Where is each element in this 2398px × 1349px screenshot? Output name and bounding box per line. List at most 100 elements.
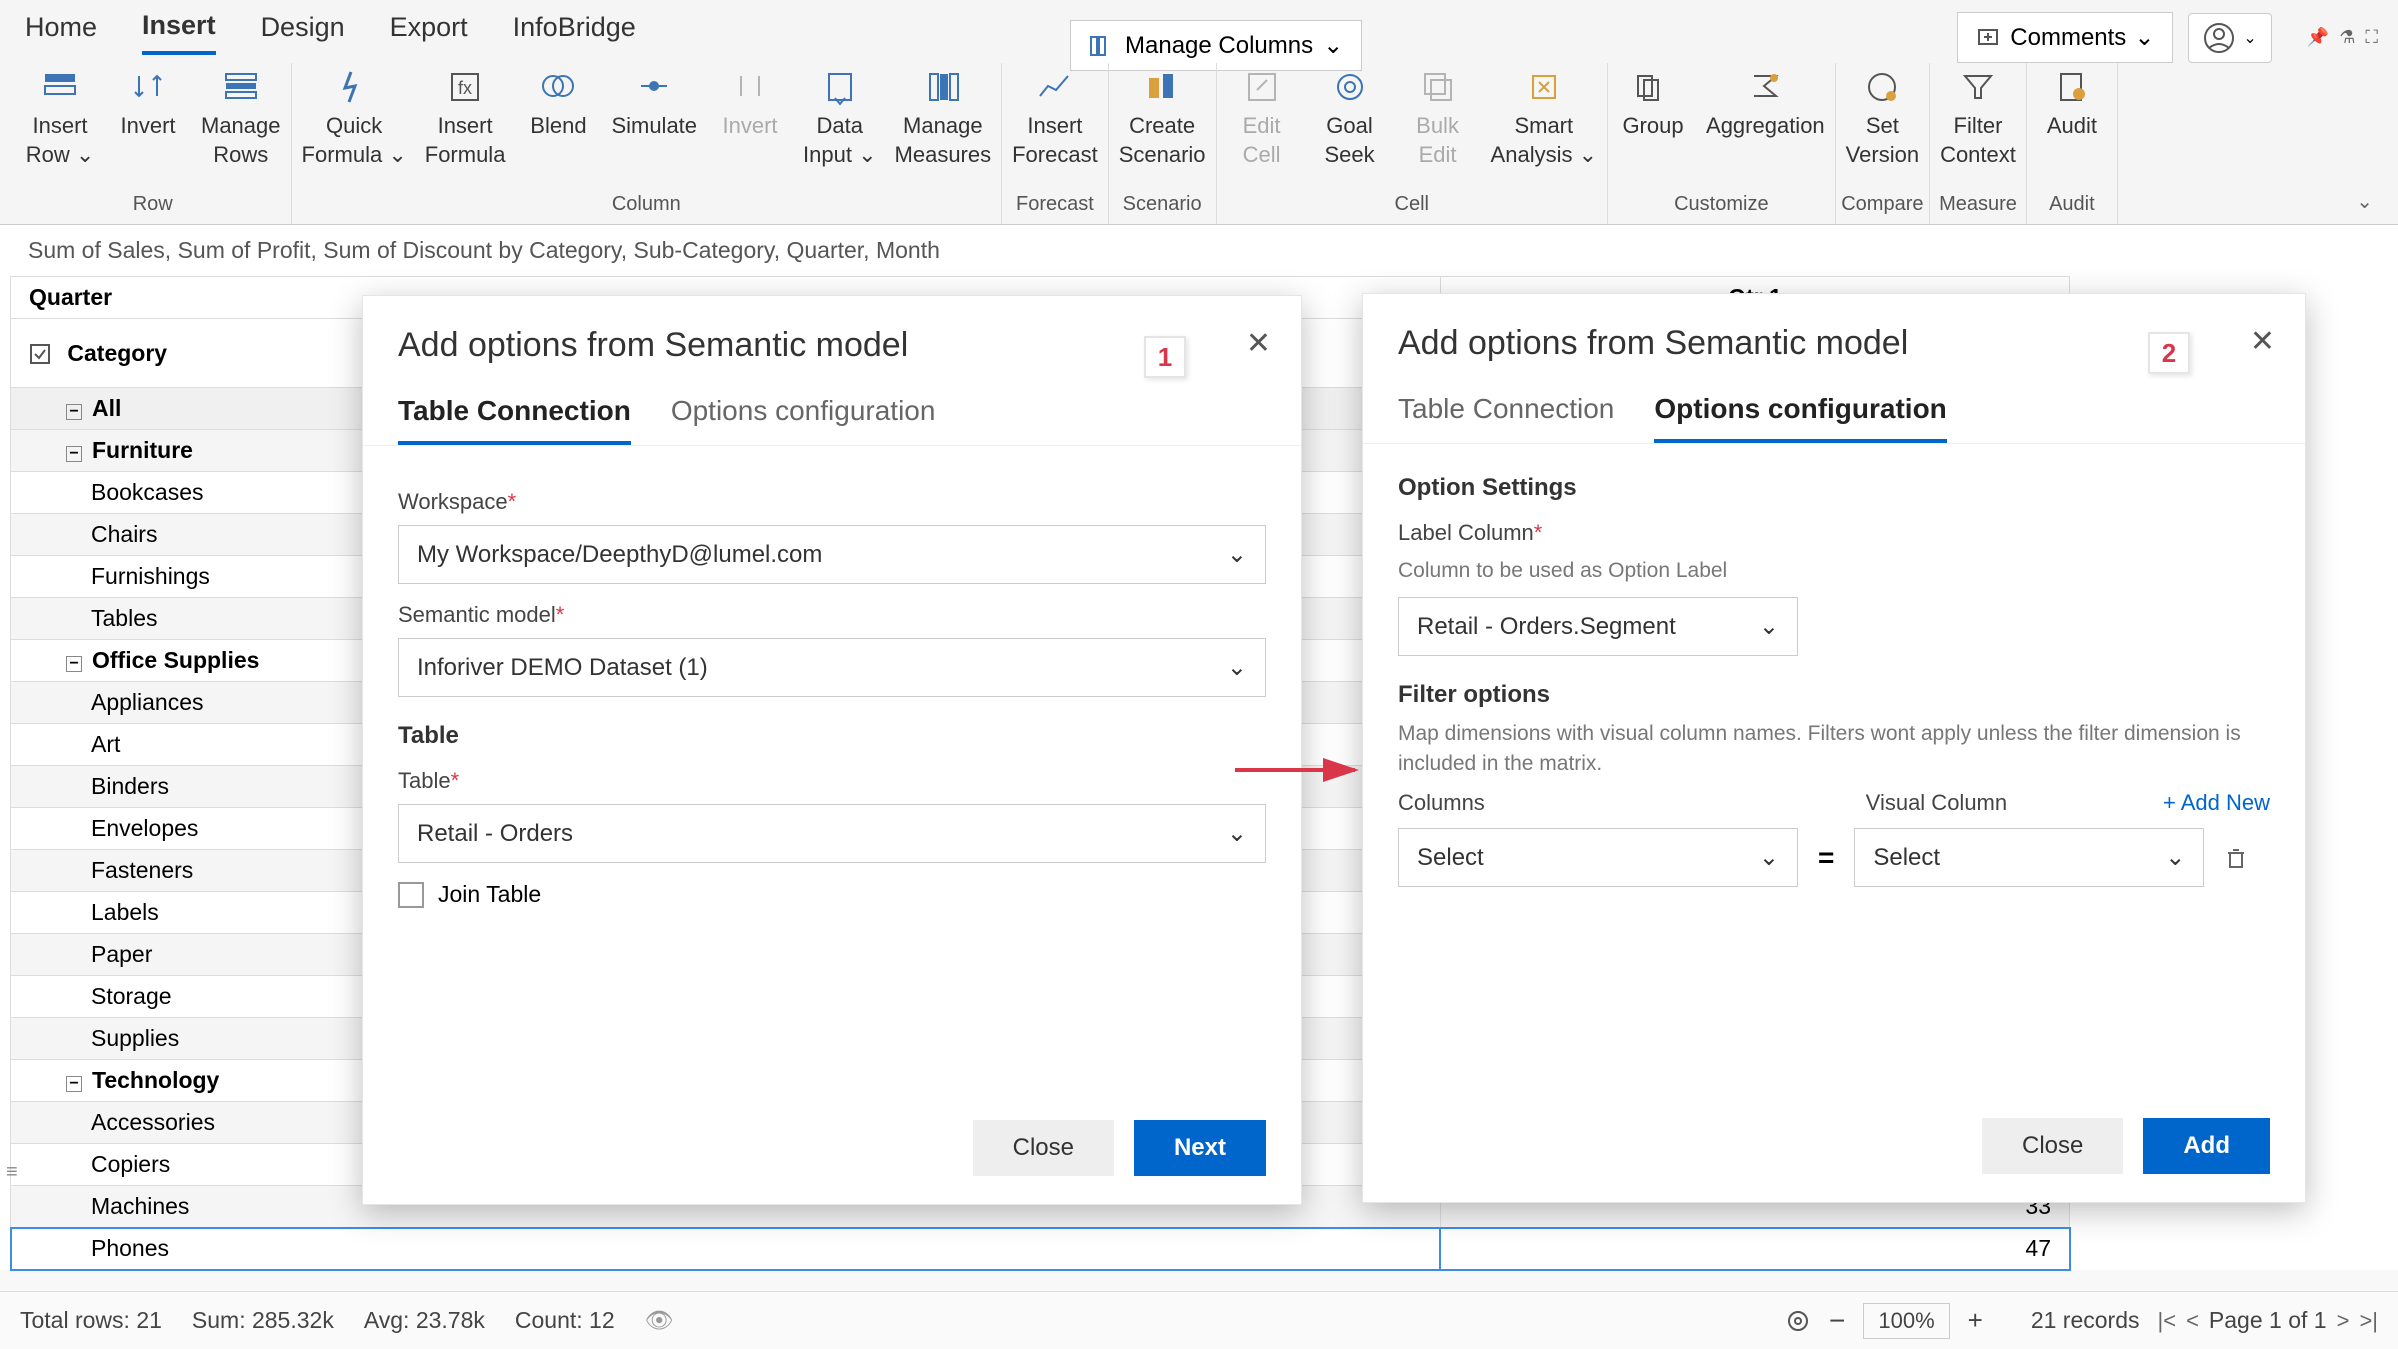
ribbon-group-label: Forecast <box>1016 193 1094 216</box>
set-version-icon <box>1863 68 1901 106</box>
drag-handle-icon[interactable]: ≡ <box>6 1161 18 1184</box>
ribbon-label: Invert <box>723 112 778 141</box>
ribbon-audit-button[interactable]: Audit <box>2037 68 2107 141</box>
settings-icon[interactable] <box>1785 1308 1811 1334</box>
ribbon-goal-seek-button[interactable]: Goal Seek <box>1315 68 1385 169</box>
tab-design[interactable]: Design <box>261 12 345 53</box>
ribbon-label: Audit <box>2047 112 2097 141</box>
ribbon-insert-row-button[interactable]: Insert Row ⌄ <box>25 68 95 169</box>
ribbon-collapse-icon[interactable]: ⌄ <box>2356 189 2383 224</box>
delete-filter-icon[interactable] <box>2224 846 2248 870</box>
page-next-button[interactable]: > <box>2337 1308 2350 1334</box>
semantic-model-value: Inforiver DEMO Dataset (1) <box>417 654 708 682</box>
join-table-checkbox[interactable] <box>398 882 424 908</box>
collapse-icon[interactable]: − <box>66 446 82 462</box>
svg-text:fx: fx <box>458 78 472 98</box>
modal2-title: Add options from Semantic model ✕ 2 <box>1363 294 2305 383</box>
row-value-cell[interactable]: 47 <box>1440 1228 2069 1270</box>
page-first-button[interactable]: |< <box>2158 1308 2177 1334</box>
ribbon-group-label: Audit <box>2049 193 2095 216</box>
page-indicator: Page 1 of 1 <box>2209 1307 2327 1334</box>
chevron-down-icon: ⌄ <box>2243 28 2256 48</box>
table-select[interactable]: Retail - Orders ⌄ <box>398 804 1266 863</box>
modal1-close-icon[interactable]: ✕ <box>1246 326 1271 361</box>
user-menu-button[interactable]: ⌄ <box>2188 13 2271 63</box>
expand-icon[interactable]: ⛶ <box>2365 27 2378 48</box>
page-last-button[interactable]: >| <box>2359 1308 2378 1334</box>
ribbon-simulate-button[interactable]: Simulate <box>611 68 697 169</box>
filter-columns-select[interactable]: Select ⌄ <box>1398 828 1798 887</box>
ribbon-create-scenario-button[interactable]: Create Scenario <box>1119 68 1206 169</box>
modal1-tab-options-config[interactable]: Options configuration <box>671 395 936 445</box>
modal1-title: Add options from Semantic model ✕ 1 <box>363 296 1301 385</box>
table-section-header: Table <box>398 722 1266 750</box>
modal1-next-button[interactable]: Next <box>1134 1120 1266 1176</box>
modal1-tab-table-connection[interactable]: Table Connection <box>398 395 631 445</box>
modal2-add-button[interactable]: Add <box>2143 1118 2270 1174</box>
ribbon-group-row: Insert Row ⌄InvertManage RowsRow <box>15 63 292 224</box>
modal2-tab-options-config[interactable]: Options configuration <box>1654 393 1946 443</box>
ribbon-data-input-button[interactable]: Data Input ⌄ <box>803 68 876 169</box>
insert-row-icon <box>41 68 79 106</box>
modal1-footer: Close Next <box>973 1120 1266 1176</box>
zoom-level[interactable]: 100% <box>1863 1303 1949 1339</box>
ribbon-group-forecast: Insert Forecast Forecast <box>1002 63 1109 224</box>
ribbon-insert-forecast-button[interactable]: Insert Forecast <box>1012 68 1098 169</box>
pin-icon[interactable]: 📌 <box>2307 27 2329 48</box>
tab-insert[interactable]: Insert <box>142 10 216 55</box>
ribbon-group-cell: Edit CellGoal SeekBulk EditSmart Analysi… <box>1217 63 1608 224</box>
modal1-title-text: Add options from Semantic model <box>398 326 908 364</box>
modal2-close-button[interactable]: Close <box>1982 1118 2123 1174</box>
label-column-select[interactable]: Retail - Orders.Segment ⌄ <box>1398 597 1798 656</box>
ribbon-insert-formula-button[interactable]: fxInsert Formula <box>425 68 506 169</box>
zoom-in-button[interactable]: + <box>1968 1305 1983 1336</box>
page-prev-button[interactable]: < <box>2186 1308 2199 1334</box>
eye-off-icon[interactable]: 👁 <box>645 1307 674 1334</box>
ribbon-group-button[interactable]: Group <box>1618 68 1688 141</box>
tab-export[interactable]: Export <box>390 12 468 53</box>
ribbon-filter-context-button[interactable]: Filter Context <box>1940 68 2016 169</box>
ribbon-set-version-button[interactable]: Set Version <box>1846 68 1919 169</box>
tab-infobridge[interactable]: InfoBridge <box>513 12 636 53</box>
ribbon-label: Filter Context <box>1940 112 2016 169</box>
ribbon-manage-rows-button[interactable]: Manage Rows <box>201 68 281 169</box>
row-label: Phones <box>91 1235 169 1261</box>
semantic-model-select[interactable]: Inforiver DEMO Dataset (1) ⌄ <box>398 638 1266 697</box>
row-label: Office Supplies <box>92 647 259 673</box>
annotation-badge-2: 2 <box>2148 332 2190 374</box>
data-input-icon <box>821 68 859 106</box>
invert2-icon <box>731 68 769 106</box>
ribbon-label: Insert Forecast <box>1012 112 1098 169</box>
workspace-select[interactable]: My Workspace/DeepthyD@lumel.com ⌄ <box>398 525 1266 584</box>
ribbon-group-label: Measure <box>1939 193 2017 216</box>
ribbon-manage-measures-button[interactable]: Manage Measures <box>895 68 992 169</box>
ribbon-invert-button[interactable]: Invert <box>113 68 183 169</box>
zoom-out-button[interactable]: − <box>1829 1305 1845 1337</box>
ribbon-aggregation-button[interactable]: Aggregation <box>1706 68 1825 141</box>
tab-home[interactable]: Home <box>25 12 97 53</box>
row-label-cell[interactable]: Phones <box>11 1228 1441 1270</box>
modal2-tab-table-connection[interactable]: Table Connection <box>1398 393 1614 443</box>
collapse-icon[interactable]: − <box>66 1076 82 1092</box>
bulk-edit-icon <box>1419 68 1457 106</box>
ribbon-smart-analysis-button[interactable]: Smart Analysis ⌄ <box>1491 68 1597 169</box>
join-table-label: Join Table <box>438 881 541 908</box>
filter-visual-select[interactable]: Select ⌄ <box>1854 828 2204 887</box>
ribbon-quick-formula-button[interactable]: Quick Formula ⌄ <box>302 68 407 169</box>
join-table-row[interactable]: Join Table <box>398 881 1266 908</box>
modal2-close-icon[interactable]: ✕ <box>2250 324 2275 359</box>
comments-button[interactable]: Comments ⌄ <box>1957 12 2173 63</box>
chevron-down-icon: ⌄ <box>1759 612 1779 641</box>
header-category-label: Category <box>67 340 167 366</box>
collapse-icon[interactable]: − <box>66 656 82 672</box>
row-label: Paper <box>91 941 152 967</box>
ribbon-blend-button[interactable]: Blend <box>523 68 593 169</box>
ribbon-label: Quick Formula ⌄ <box>302 112 407 169</box>
chevron-down-icon: ⌄ <box>2134 23 2154 52</box>
add-new-button[interactable]: + Add New <box>2163 790 2270 816</box>
collapse-icon[interactable]: − <box>66 404 82 420</box>
modal1-close-button[interactable]: Close <box>973 1120 1114 1176</box>
ribbon-group-label: Column <box>612 193 681 216</box>
table-row[interactable]: Phones 47 <box>11 1228 2070 1270</box>
filter-icon[interactable]: ⚗ <box>2339 27 2355 48</box>
